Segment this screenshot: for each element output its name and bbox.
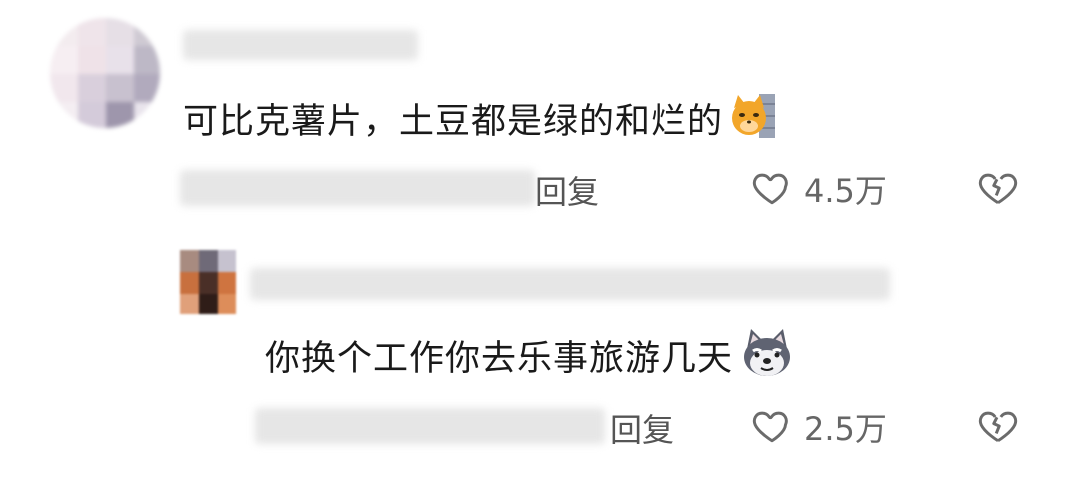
reply-button[interactable]: 回复 [610,405,674,451]
cat-face-emoji [729,92,777,144]
heart-icon [750,404,794,450]
dislike-button[interactable] [976,404,1020,450]
dog-face-emoji [739,327,795,383]
broken-heart-icon [976,166,1020,212]
reply-item: 你换个工作你去乐事旅游几天 回复 2.5万 [0,230,1080,483]
heart-icon [750,166,794,212]
broken-heart-icon [976,404,1020,450]
avatar[interactable] [180,250,236,314]
like-button[interactable]: 2.5万 [750,404,887,450]
dislike-button[interactable] [976,166,1020,212]
username[interactable] [250,268,890,300]
username[interactable] [183,30,418,60]
comment-item: 可比克薯片，土豆都是绿的和烂的 回复 4.5万 [0,0,1080,230]
comment-text: 你换个工作你去乐事旅游几天 [265,338,734,379]
like-count: 2.5万 [804,410,887,448]
avatar[interactable] [50,18,160,128]
like-count: 4.5万 [804,172,887,210]
reply-button[interactable]: 回复 [535,167,599,213]
comment-meta [180,170,535,206]
comment-meta [255,408,605,444]
like-button[interactable]: 4.5万 [750,166,887,212]
comment-text: 可比克薯片，土豆都是绿的和烂的 [183,101,724,142]
